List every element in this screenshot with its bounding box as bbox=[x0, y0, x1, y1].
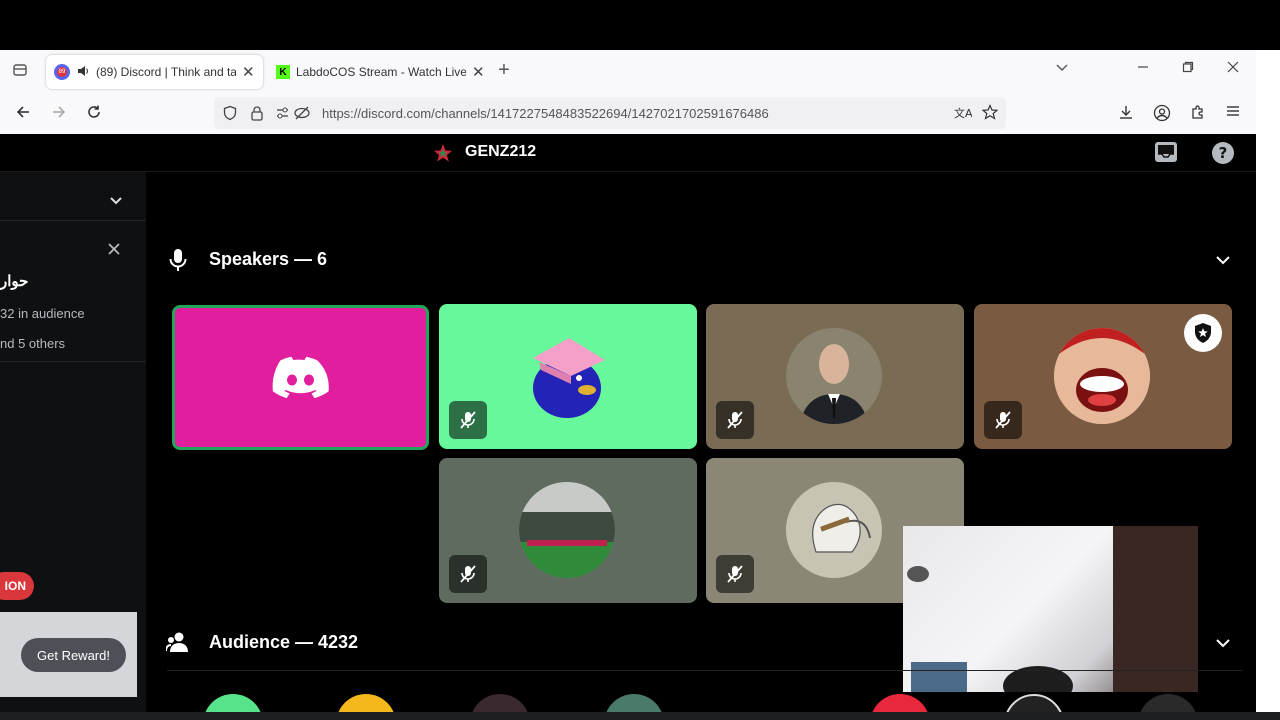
webcam-overlay bbox=[903, 526, 1198, 692]
close-icon[interactable] bbox=[107, 242, 121, 261]
discord-header: GENZ212 ? bbox=[0, 134, 1256, 172]
svg-text:?: ? bbox=[1219, 144, 1228, 162]
get-reward-button[interactable]: Get Reward! bbox=[21, 638, 126, 672]
chevron-down-icon[interactable] bbox=[108, 192, 124, 213]
wall-fixture bbox=[907, 566, 929, 582]
tab-list-icon[interactable] bbox=[10, 62, 30, 83]
audience-avatar[interactable] bbox=[1138, 694, 1198, 712]
muted-mic-icon bbox=[449, 401, 487, 439]
audience-count: 32 in audience bbox=[0, 306, 85, 321]
avatar bbox=[786, 328, 882, 424]
browser-chrome: 89 (89) Discord | Think and talk ✕ K Lab… bbox=[0, 50, 1256, 134]
audience-avatar[interactable] bbox=[470, 694, 530, 712]
downloads-icon[interactable] bbox=[1116, 104, 1136, 125]
divider bbox=[167, 670, 1242, 671]
microphone-icon bbox=[167, 248, 189, 277]
shield-icon[interactable] bbox=[222, 105, 238, 126]
reload-icon[interactable] bbox=[84, 104, 104, 125]
list-all-tabs-icon[interactable] bbox=[1052, 60, 1072, 79]
inbox-icon[interactable] bbox=[1154, 140, 1178, 169]
account-icon[interactable] bbox=[1152, 104, 1172, 127]
minimize-icon[interactable] bbox=[1133, 60, 1153, 78]
chevron-down-icon[interactable] bbox=[1214, 251, 1232, 274]
audience-avatar[interactable] bbox=[1004, 694, 1064, 712]
muted-mic-icon bbox=[716, 555, 754, 593]
screen-right-edge bbox=[1256, 50, 1280, 720]
muted-mic-icon bbox=[716, 401, 754, 439]
permissions-icon[interactable] bbox=[276, 105, 312, 126]
bottom-strip bbox=[0, 712, 1280, 720]
url-text: https://discord.com/channels/14172275484… bbox=[322, 106, 769, 121]
wall-poster bbox=[911, 662, 967, 692]
server-name[interactable]: GENZ212 bbox=[465, 143, 536, 161]
tab-badge: 89 bbox=[57, 67, 67, 77]
tab-labdocos[interactable]: K LabdoCOS Stream - Watch Live ✕ bbox=[268, 55, 486, 89]
discord-tab-icon: 89 bbox=[54, 64, 70, 80]
speaker-tile[interactable] bbox=[706, 304, 964, 449]
lock-icon[interactable] bbox=[250, 105, 264, 126]
speaker-tile[interactable] bbox=[439, 458, 697, 603]
muted-mic-icon bbox=[449, 555, 487, 593]
menu-icon[interactable] bbox=[1223, 104, 1243, 123]
close-tab-icon[interactable]: ✕ bbox=[242, 63, 255, 81]
help-icon[interactable]: ? bbox=[1211, 141, 1235, 170]
tab-title: LabdoCOS Stream - Watch Live bbox=[296, 65, 466, 79]
extensions-icon[interactable] bbox=[1188, 104, 1208, 125]
discord-logo-icon bbox=[271, 354, 331, 407]
moderator-badge-icon bbox=[1184, 314, 1222, 352]
speaker-icon[interactable] bbox=[76, 64, 90, 81]
close-tab-icon[interactable]: ✕ bbox=[472, 63, 485, 81]
back-icon[interactable] bbox=[13, 104, 33, 125]
speaker-tile[interactable] bbox=[439, 304, 697, 449]
tab-title: (89) Discord | Think and talk bbox=[96, 65, 236, 79]
speaker-tile[interactable] bbox=[974, 304, 1232, 449]
audience-avatar[interactable] bbox=[336, 694, 396, 712]
audience-header: Audience — 4232 bbox=[209, 632, 359, 652]
muted-mic-icon bbox=[984, 401, 1022, 439]
forward-icon[interactable] bbox=[49, 104, 69, 125]
avatar bbox=[519, 328, 615, 424]
screen-top-bar bbox=[0, 0, 1280, 50]
chevron-down-icon[interactable] bbox=[1214, 634, 1232, 657]
new-tab-button[interactable]: + bbox=[494, 59, 514, 82]
speaker-tile[interactable] bbox=[172, 305, 429, 450]
event-title: حوار bbox=[0, 273, 29, 290]
audience-icon bbox=[165, 631, 190, 658]
speakers-others: nd 5 others bbox=[0, 336, 66, 351]
avatar bbox=[519, 482, 615, 578]
discord-app: GENZ212 ? حوار 32 in audience nd 5 other… bbox=[0, 134, 1256, 712]
avatar bbox=[786, 482, 882, 578]
svg-text:文A: 文A bbox=[954, 106, 972, 120]
join-stage-button[interactable]: ION bbox=[0, 572, 34, 600]
translate-icon[interactable]: 文A bbox=[954, 105, 973, 126]
restore-icon[interactable] bbox=[1178, 60, 1198, 78]
kick-tab-icon: K bbox=[276, 65, 290, 79]
curtain bbox=[1113, 526, 1198, 692]
tab-discord[interactable]: 89 (89) Discord | Think and talk ✕ bbox=[46, 55, 263, 89]
close-window-icon[interactable] bbox=[1223, 60, 1243, 78]
audience-avatar[interactable] bbox=[604, 694, 664, 712]
audience-avatar[interactable] bbox=[870, 694, 930, 712]
address-bar[interactable]: https://discord.com/channels/14172275484… bbox=[214, 97, 1006, 129]
audience-avatar[interactable] bbox=[203, 694, 263, 712]
speakers-header: Speakers — 6 bbox=[209, 249, 328, 269]
avatar bbox=[1054, 328, 1150, 424]
bookmark-star-icon[interactable] bbox=[981, 104, 999, 125]
server-star-icon bbox=[433, 143, 453, 168]
